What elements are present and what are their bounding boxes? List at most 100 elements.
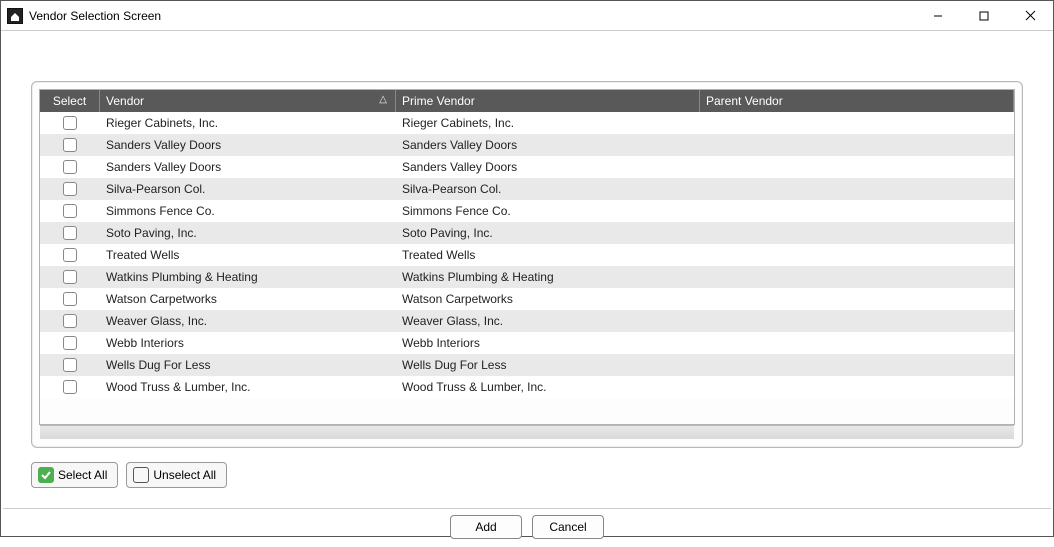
grid-empty-space: [40, 398, 1014, 425]
titlebar: Vendor Selection Screen: [1, 1, 1053, 31]
row-parent-cell: [700, 134, 1014, 155]
row-vendor-cell: Soto Paving, Inc.: [100, 222, 396, 243]
table-row[interactable]: Treated WellsTreated Wells: [40, 244, 1014, 266]
row-prime-cell: Rieger Cabinets, Inc.: [396, 112, 700, 133]
column-header-parent-label: Parent Vendor: [706, 94, 783, 108]
add-button[interactable]: Add: [450, 515, 522, 539]
dialog-buttons: Add Cancel: [1, 509, 1053, 547]
table-row[interactable]: Sanders Valley DoorsSanders Valley Doors: [40, 134, 1014, 156]
grid-panel: Select Vendor △ Prime Vendor Parent Vend…: [31, 81, 1023, 448]
maximize-button[interactable]: [961, 1, 1007, 30]
unselect-all-label: Unselect All: [153, 468, 216, 482]
table-row[interactable]: Webb InteriorsWebb Interiors: [40, 332, 1014, 354]
row-select-cell: [40, 134, 100, 155]
close-icon: [1025, 10, 1036, 21]
unselect-all-button[interactable]: Unselect All: [126, 462, 227, 488]
row-parent-cell: [700, 222, 1014, 243]
row-prime-cell: Weaver Glass, Inc.: [396, 310, 700, 331]
row-select-cell: [40, 200, 100, 221]
row-vendor-cell: Rieger Cabinets, Inc.: [100, 112, 396, 133]
cancel-button-label: Cancel: [549, 520, 586, 534]
row-parent-cell: [700, 376, 1014, 397]
select-all-label: Select All: [58, 468, 107, 482]
table-row[interactable]: Rieger Cabinets, Inc.Rieger Cabinets, In…: [40, 112, 1014, 134]
row-prime-cell: Watson Carpetworks: [396, 288, 700, 309]
row-checkbox[interactable]: [63, 270, 77, 284]
row-checkbox[interactable]: [63, 182, 77, 196]
row-parent-cell: [700, 200, 1014, 221]
table-row[interactable]: Watkins Plumbing & HeatingWatkins Plumbi…: [40, 266, 1014, 288]
maximize-icon: [979, 11, 989, 21]
row-checkbox[interactable]: [63, 380, 77, 394]
column-header-vendor[interactable]: Vendor △: [100, 90, 396, 112]
row-checkbox[interactable]: [63, 226, 77, 240]
column-header-select[interactable]: Select: [40, 90, 100, 112]
row-parent-cell: [700, 244, 1014, 265]
table-row[interactable]: Soto Paving, Inc.Soto Paving, Inc.: [40, 222, 1014, 244]
row-checkbox[interactable]: [63, 116, 77, 130]
row-prime-cell: Simmons Fence Co.: [396, 200, 700, 221]
select-all-button[interactable]: Select All: [31, 462, 118, 488]
row-prime-cell: Wood Truss & Lumber, Inc.: [396, 376, 700, 397]
table-row[interactable]: Watson CarpetworksWatson Carpetworks: [40, 288, 1014, 310]
app-icon: [7, 8, 23, 24]
row-vendor-cell: Treated Wells: [100, 244, 396, 265]
row-prime-cell: Sanders Valley Doors: [396, 156, 700, 177]
row-checkbox[interactable]: [63, 248, 77, 262]
unchecked-icon: [133, 467, 149, 483]
horizontal-scrollbar[interactable]: [40, 425, 1014, 439]
row-checkbox[interactable]: [63, 358, 77, 372]
app-window: Vendor Selection Screen Select Vendor △: [0, 0, 1054, 537]
table-row[interactable]: Silva-Pearson Col.Silva-Pearson Col.: [40, 178, 1014, 200]
row-parent-cell: [700, 354, 1014, 375]
row-checkbox[interactable]: [63, 292, 77, 306]
window-controls: [915, 1, 1053, 30]
row-select-cell: [40, 178, 100, 199]
row-checkbox[interactable]: [63, 314, 77, 328]
close-button[interactable]: [1007, 1, 1053, 30]
row-prime-cell: Sanders Valley Doors: [396, 134, 700, 155]
row-select-cell: [40, 310, 100, 331]
column-header-select-label: Select: [53, 94, 86, 108]
grid-body: Rieger Cabinets, Inc.Rieger Cabinets, In…: [40, 112, 1014, 398]
minimize-button[interactable]: [915, 1, 961, 30]
row-prime-cell: Silva-Pearson Col.: [396, 178, 700, 199]
row-vendor-cell: Weaver Glass, Inc.: [100, 310, 396, 331]
row-prime-cell: Watkins Plumbing & Heating: [396, 266, 700, 287]
column-header-vendor-label: Vendor: [106, 94, 144, 108]
window-title: Vendor Selection Screen: [29, 9, 161, 23]
column-header-parent-vendor[interactable]: Parent Vendor: [700, 90, 1014, 112]
vendor-grid[interactable]: Select Vendor △ Prime Vendor Parent Vend…: [39, 89, 1015, 425]
client-area: Select Vendor △ Prime Vendor Parent Vend…: [1, 31, 1053, 547]
row-checkbox[interactable]: [63, 160, 77, 174]
row-checkbox[interactable]: [63, 336, 77, 350]
table-row[interactable]: Sanders Valley DoorsSanders Valley Doors: [40, 156, 1014, 178]
grid-header: Select Vendor △ Prime Vendor Parent Vend…: [40, 90, 1014, 112]
sort-indicator-icon: △: [379, 94, 387, 105]
row-parent-cell: [700, 266, 1014, 287]
row-parent-cell: [700, 310, 1014, 331]
table-row[interactable]: Wells Dug For LessWells Dug For Less: [40, 354, 1014, 376]
row-vendor-cell: Wells Dug For Less: [100, 354, 396, 375]
row-parent-cell: [700, 156, 1014, 177]
row-select-cell: [40, 354, 100, 375]
row-select-cell: [40, 288, 100, 309]
column-header-prime-vendor[interactable]: Prime Vendor: [396, 90, 700, 112]
row-parent-cell: [700, 178, 1014, 199]
row-select-cell: [40, 156, 100, 177]
row-select-cell: [40, 222, 100, 243]
table-row[interactable]: Wood Truss & Lumber, Inc.Wood Truss & Lu…: [40, 376, 1014, 398]
row-vendor-cell: Silva-Pearson Col.: [100, 178, 396, 199]
row-vendor-cell: Sanders Valley Doors: [100, 156, 396, 177]
row-select-cell: [40, 244, 100, 265]
row-checkbox[interactable]: [63, 204, 77, 218]
row-prime-cell: Treated Wells: [396, 244, 700, 265]
row-prime-cell: Soto Paving, Inc.: [396, 222, 700, 243]
cancel-button[interactable]: Cancel: [532, 515, 604, 539]
row-vendor-cell: Wood Truss & Lumber, Inc.: [100, 376, 396, 397]
table-row[interactable]: Weaver Glass, Inc.Weaver Glass, Inc.: [40, 310, 1014, 332]
row-select-cell: [40, 266, 100, 287]
table-row[interactable]: Simmons Fence Co.Simmons Fence Co.: [40, 200, 1014, 222]
row-vendor-cell: Watson Carpetworks: [100, 288, 396, 309]
row-checkbox[interactable]: [63, 138, 77, 152]
